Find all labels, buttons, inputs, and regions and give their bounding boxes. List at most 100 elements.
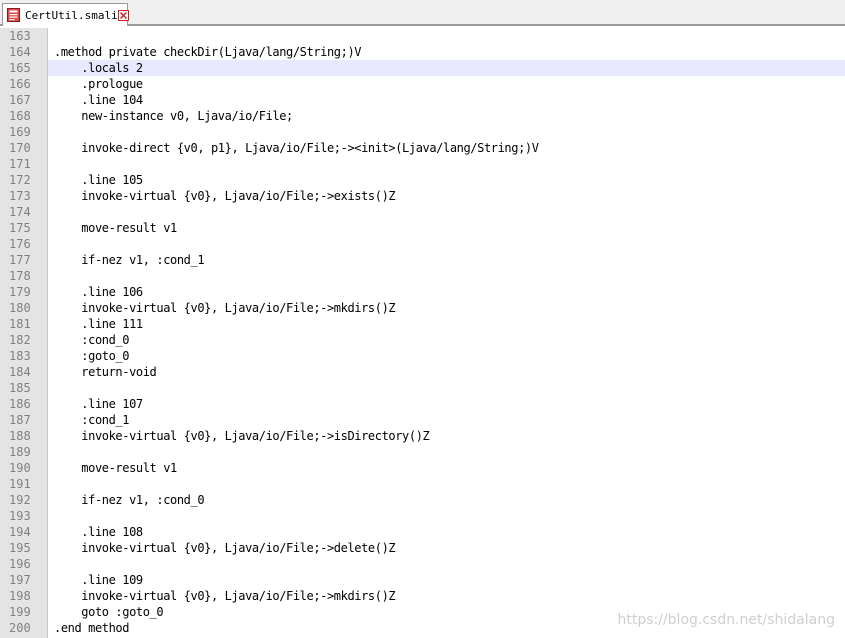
line-text: new-instance v0, Ljava/io/File; bbox=[54, 109, 293, 123]
code-line[interactable]: 168 new-instance v0, Ljava/io/File; bbox=[0, 108, 845, 124]
line-number: 174 bbox=[0, 204, 48, 220]
code-line[interactable]: 166 .prologue bbox=[0, 76, 845, 92]
code-lines: 163 164 .method private checkDir(Ljava/lan… bbox=[0, 28, 845, 636]
code-line[interactable]: 193 bbox=[0, 508, 845, 524]
code-line[interactable]: 182 :cond_0 bbox=[0, 332, 845, 348]
line-text: if-nez v1, :cond_0 bbox=[54, 493, 205, 507]
line-number: 193 bbox=[0, 508, 48, 524]
code-line[interactable]: 174 bbox=[0, 204, 845, 220]
line-text: .line 106 bbox=[54, 285, 143, 299]
code-line[interactable]: 175 move-result v1 bbox=[0, 220, 845, 236]
line-number: 191 bbox=[0, 476, 48, 492]
line-number: 198 bbox=[0, 588, 48, 604]
line-number: 192 bbox=[0, 492, 48, 508]
line-text: invoke-virtual {v0}, Ljava/io/File;->del… bbox=[54, 541, 396, 555]
code-line[interactable]: 183 :goto_0 bbox=[0, 348, 845, 364]
line-text: .method private checkDir(Ljava/lang/Stri… bbox=[54, 45, 362, 59]
code-line[interactable]: 172 .line 105 bbox=[0, 172, 845, 188]
line-number: 194 bbox=[0, 524, 48, 540]
line-text: :cond_1 bbox=[54, 413, 130, 427]
editor-window: CertUtil.smali 163 164 .method private che… bbox=[0, 0, 845, 638]
line-number: 177 bbox=[0, 252, 48, 268]
code-line[interactable]: 165 .locals 2 bbox=[0, 60, 845, 76]
line-text: return-void bbox=[54, 365, 157, 379]
line-number: 170 bbox=[0, 140, 48, 156]
code-line[interactable]: 186 .line 107 bbox=[0, 396, 845, 412]
line-number: 188 bbox=[0, 428, 48, 444]
line-text: if-nez v1, :cond_1 bbox=[54, 253, 205, 267]
watermark: https://blog.csdn.net/shidalang bbox=[617, 612, 835, 628]
code-line[interactable]: 177 if-nez v1, :cond_1 bbox=[0, 252, 845, 268]
line-number: 172 bbox=[0, 172, 48, 188]
line-number: 200 bbox=[0, 620, 48, 636]
code-line[interactable]: 197 .line 109 bbox=[0, 572, 845, 588]
code-line[interactable]: 194 .line 108 bbox=[0, 524, 845, 540]
code-line[interactable]: 189 bbox=[0, 444, 845, 460]
line-number: 173 bbox=[0, 188, 48, 204]
code-line[interactable]: 180 invoke-virtual {v0}, Ljava/io/File;-… bbox=[0, 300, 845, 316]
code-line[interactable]: 192 if-nez v1, :cond_0 bbox=[0, 492, 845, 508]
line-text: .prologue bbox=[54, 77, 143, 91]
line-number: 168 bbox=[0, 108, 48, 124]
code-line[interactable]: 185 bbox=[0, 380, 845, 396]
line-number: 166 bbox=[0, 76, 48, 92]
line-text: .line 109 bbox=[54, 573, 143, 587]
line-number: 186 bbox=[0, 396, 48, 412]
code-line[interactable]: 176 bbox=[0, 236, 845, 252]
line-text: .line 105 bbox=[54, 173, 143, 187]
line-text: .locals 2 bbox=[54, 61, 143, 75]
line-number: 190 bbox=[0, 460, 48, 476]
line-text: invoke-direct {v0, p1}, Ljava/io/File;->… bbox=[54, 141, 539, 155]
code-line[interactable]: 190 move-result v1 bbox=[0, 460, 845, 476]
file-icon bbox=[7, 8, 20, 22]
code-line[interactable]: 195 invoke-virtual {v0}, Ljava/io/File;-… bbox=[0, 540, 845, 556]
line-number: 189 bbox=[0, 444, 48, 460]
line-number: 163 bbox=[0, 28, 48, 44]
tab-bar: CertUtil.smali bbox=[0, 0, 845, 26]
close-icon[interactable] bbox=[117, 9, 129, 21]
code-line[interactable]: 170 invoke-direct {v0, p1}, Ljava/io/Fil… bbox=[0, 140, 845, 156]
line-number: 175 bbox=[0, 220, 48, 236]
line-text: :cond_0 bbox=[54, 333, 130, 347]
code-line[interactable]: 178 bbox=[0, 268, 845, 284]
line-number: 165 bbox=[0, 60, 48, 76]
code-line[interactable]: 169 bbox=[0, 124, 845, 140]
line-number: 197 bbox=[0, 572, 48, 588]
line-text: invoke-virtual {v0}, Ljava/io/File;->isD… bbox=[54, 429, 430, 443]
line-text: move-result v1 bbox=[54, 221, 177, 235]
code-line[interactable]: 196 bbox=[0, 556, 845, 572]
line-number: 199 bbox=[0, 604, 48, 620]
line-text: .line 111 bbox=[54, 317, 143, 331]
tab-label: CertUtil.smali bbox=[25, 8, 118, 22]
line-number: 184 bbox=[0, 364, 48, 380]
code-editor[interactable]: 163 164 .method private checkDir(Ljava/lan… bbox=[0, 28, 845, 638]
line-text: goto :goto_0 bbox=[54, 605, 164, 619]
line-number: 181 bbox=[0, 316, 48, 332]
code-line[interactable]: 173 invoke-virtual {v0}, Ljava/io/File;-… bbox=[0, 188, 845, 204]
line-number: 176 bbox=[0, 236, 48, 252]
line-number: 167 bbox=[0, 92, 48, 108]
line-number: 183 bbox=[0, 348, 48, 364]
line-text: invoke-virtual {v0}, Ljava/io/File;->mkd… bbox=[54, 589, 396, 603]
code-line[interactable]: 179 .line 106 bbox=[0, 284, 845, 300]
code-line[interactable]: 171 bbox=[0, 156, 845, 172]
line-text: .line 104 bbox=[54, 93, 143, 107]
line-number: 180 bbox=[0, 300, 48, 316]
line-number: 169 bbox=[0, 124, 48, 140]
line-text: .line 108 bbox=[54, 525, 143, 539]
code-line[interactable]: 181 .line 111 bbox=[0, 316, 845, 332]
code-line[interactable]: 184 return-void bbox=[0, 364, 845, 380]
line-number: 187 bbox=[0, 412, 48, 428]
line-number: 179 bbox=[0, 284, 48, 300]
line-number: 185 bbox=[0, 380, 48, 396]
line-number: 196 bbox=[0, 556, 48, 572]
code-line[interactable]: 198 invoke-virtual {v0}, Ljava/io/File;-… bbox=[0, 588, 845, 604]
code-line[interactable]: 164 .method private checkDir(Ljava/lang/S… bbox=[0, 44, 845, 60]
code-line[interactable]: 163 bbox=[0, 28, 845, 44]
code-line[interactable]: 191 bbox=[0, 476, 845, 492]
line-text: :goto_0 bbox=[54, 349, 130, 363]
code-line[interactable]: 167 .line 104 bbox=[0, 92, 845, 108]
code-line[interactable]: 187 :cond_1 bbox=[0, 412, 845, 428]
tab-certutil-smali[interactable]: CertUtil.smali bbox=[2, 3, 129, 26]
code-line[interactable]: 188 invoke-virtual {v0}, Ljava/io/File;-… bbox=[0, 428, 845, 444]
